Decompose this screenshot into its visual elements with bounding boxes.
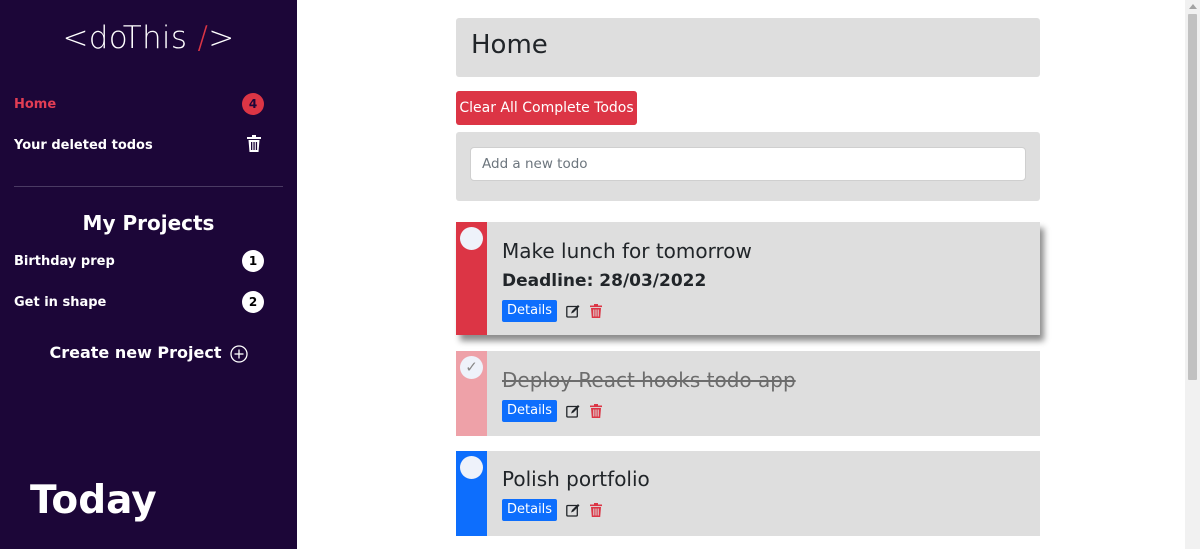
- add-todo-form: [456, 132, 1040, 201]
- scrollbar-thumb[interactable]: [1188, 14, 1197, 380]
- complete-toggle[interactable]: [460, 227, 483, 250]
- project-count-badge: 1: [242, 250, 264, 272]
- delete-icon[interactable]: [589, 304, 603, 318]
- edit-icon[interactable]: [566, 304, 580, 318]
- home-count-badge: 4: [242, 93, 264, 115]
- page-header: Home: [456, 18, 1040, 77]
- plus-circle-icon: [229, 344, 248, 363]
- project-label: Birthday prep: [14, 254, 115, 269]
- details-button[interactable]: Details: [502, 300, 558, 322]
- complete-toggle[interactable]: ✓: [460, 356, 483, 379]
- trash-icon: [247, 135, 261, 152]
- todo-item: Make lunch for tomorrow Deadline: 28/03/…: [456, 222, 1040, 335]
- todo-title: Make lunch for tomorrow: [502, 239, 752, 263]
- details-button[interactable]: Details: [502, 499, 558, 521]
- app-logo[interactable]: <doThis />: [0, 20, 297, 56]
- logo-slash: /: [197, 20, 209, 56]
- todo-deadline: Deadline: 28/03/2022: [502, 271, 707, 291]
- delete-icon[interactable]: [589, 404, 603, 418]
- todo-title: Deploy React hooks todo app: [502, 368, 796, 392]
- edit-icon[interactable]: [566, 503, 580, 517]
- projects-heading: My Projects: [82, 211, 215, 235]
- sidebar-divider: [14, 186, 283, 187]
- sidebar-item-label: Your deleted todos: [14, 138, 153, 153]
- page-title: Home: [471, 30, 548, 60]
- delete-icon[interactable]: [589, 503, 603, 517]
- main-content: Home Clear All Complete Todos Make lunch…: [297, 0, 1185, 549]
- todo-actions: Details: [502, 300, 603, 322]
- sidebar-item-home[interactable]: Home 4: [14, 93, 264, 117]
- todo-title: Polish portfolio: [502, 467, 650, 491]
- sidebar-item-project-get-in-shape[interactable]: Get in shape 2: [14, 291, 264, 315]
- create-project-button[interactable]: Create new Project: [0, 343, 297, 363]
- create-project-label: Create new Project: [49, 343, 222, 362]
- clear-complete-todos-button[interactable]: Clear All Complete Todos: [456, 91, 637, 125]
- scroll-up-arrow-icon[interactable]: [1189, 4, 1197, 9]
- sidebar: <doThis /> Home 4 Your deleted todos My …: [0, 0, 297, 549]
- logo-prefix: <doThis: [62, 20, 198, 56]
- edit-icon[interactable]: [566, 404, 580, 418]
- details-button[interactable]: Details: [502, 400, 558, 422]
- vertical-scrollbar[interactable]: [1185, 0, 1200, 549]
- add-todo-input[interactable]: [470, 147, 1026, 181]
- sidebar-item-deleted-todos[interactable]: Your deleted todos: [14, 134, 264, 158]
- todo-actions: Details: [502, 400, 603, 422]
- sidebar-item-project-birthday-prep[interactable]: Birthday prep 1: [14, 250, 264, 274]
- sidebar-item-label: Home: [14, 97, 57, 112]
- project-count-badge: 2: [242, 291, 264, 313]
- today-label: Today: [30, 478, 157, 523]
- complete-toggle[interactable]: [460, 456, 483, 479]
- todo-actions: Details: [502, 499, 603, 521]
- logo-suffix: >: [208, 20, 235, 56]
- project-label: Get in shape: [14, 295, 107, 310]
- todo-item: Polish portfolio Details: [456, 451, 1040, 536]
- todo-item-completed: ✓ Deploy React hooks todo app Details: [456, 351, 1040, 436]
